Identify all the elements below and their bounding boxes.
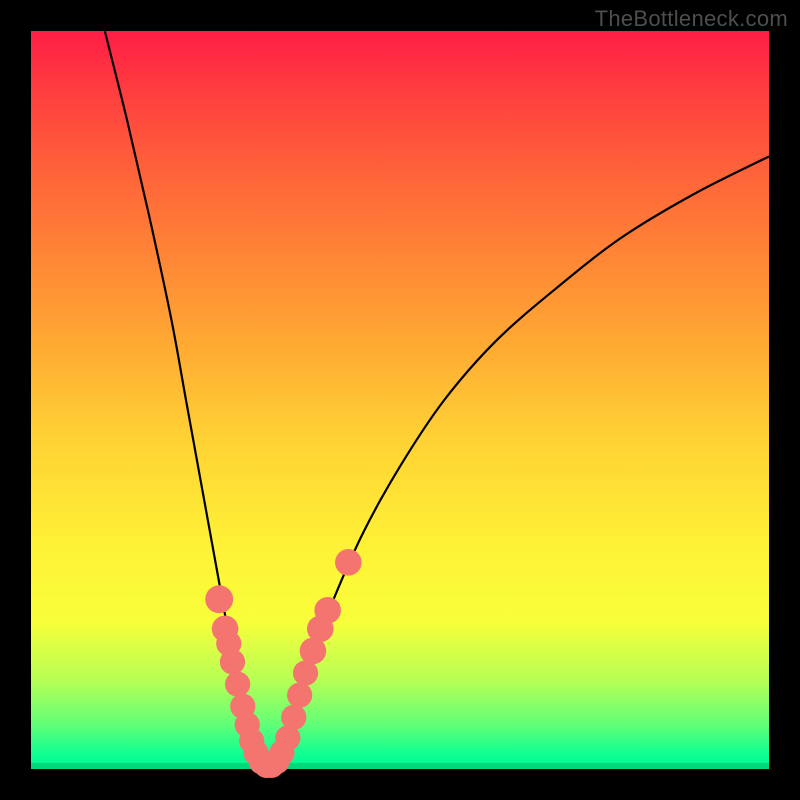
- marker-point: [281, 705, 306, 730]
- marker-point: [314, 597, 341, 624]
- curve-svg: [31, 31, 769, 769]
- plot-area: [31, 31, 769, 769]
- marker-point: [287, 683, 312, 708]
- marker-point: [293, 660, 318, 685]
- marker-point: [335, 549, 362, 576]
- marker-point: [220, 649, 245, 674]
- bottleneck-curve: [105, 31, 769, 768]
- curve-markers: [205, 549, 361, 778]
- watermark-text: TheBottleneck.com: [595, 6, 788, 32]
- marker-point: [205, 585, 233, 613]
- chart-canvas: TheBottleneck.com: [0, 0, 800, 800]
- marker-point: [225, 671, 250, 696]
